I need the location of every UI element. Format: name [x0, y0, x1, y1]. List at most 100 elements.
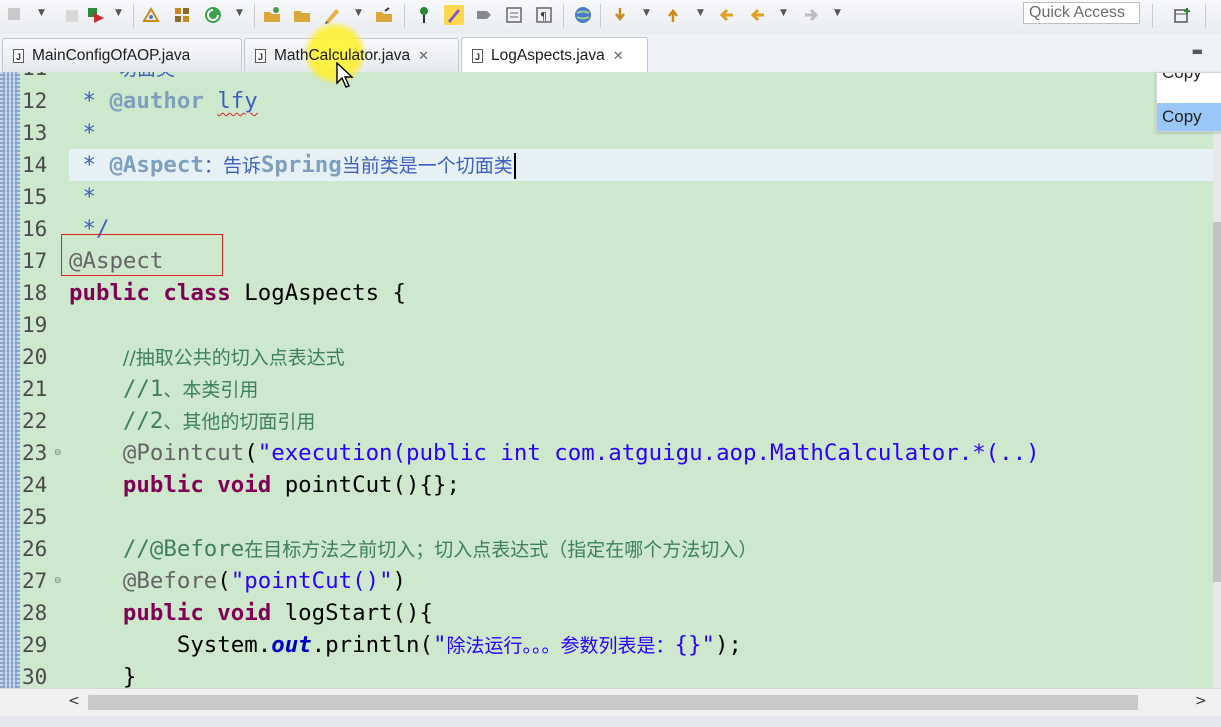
horizontal-scrollbar[interactable]: < >: [0, 688, 1221, 717]
text-caret: [513, 152, 516, 179]
line-number: 18: [22, 281, 48, 305]
code-line-24: public void pointCut(){};: [122, 472, 460, 498]
code-line-15: *: [69, 184, 96, 210]
line-number: 20: [22, 345, 48, 369]
code-line-13: *: [69, 120, 96, 146]
fold-icon[interactable]: ⊖: [54, 565, 62, 597]
line-number: 13: [22, 121, 48, 145]
stop-icon[interactable]: [62, 6, 82, 26]
line-number: 12: [22, 89, 48, 113]
minimize-icon[interactable]: ▬: [1192, 44, 1203, 58]
pin-icon[interactable]: [414, 5, 434, 25]
line-number: 19: [22, 313, 48, 337]
java-file-icon: J: [255, 48, 266, 63]
code-editor[interactable]: 11 *切面类 12 13 14 15 16 17 18 19 20 21 22…: [0, 72, 1221, 688]
line-number: 29: [22, 633, 48, 657]
code-line-11: *切面类: [69, 72, 1221, 84]
web-icon[interactable]: [573, 5, 593, 25]
chevron-down-icon[interactable]: ▼: [834, 8, 841, 18]
code-line-12: * @author lfy: [69, 88, 258, 114]
stop-icon[interactable]: [6, 6, 22, 22]
back-icon[interactable]: [748, 5, 768, 25]
code-line-16: */: [69, 216, 110, 242]
code-line-26: //@Before在目标方法之前切入；切入点表达式（指定在哪个方法切入）: [122, 536, 758, 562]
chevron-down-icon[interactable]: ▼: [236, 8, 243, 18]
popup-item-copy[interactable]: Copy: [1157, 73, 1221, 87]
open-perspective-icon[interactable]: [1172, 5, 1192, 25]
debug-icon[interactable]: [86, 5, 106, 25]
back-icon[interactable]: [717, 5, 737, 25]
popup-item-copy[interactable]: Copy: [1157, 103, 1221, 131]
chevron-right-icon[interactable]: >: [1195, 693, 1207, 709]
chevron-down-icon[interactable]: ▼: [780, 8, 787, 18]
mouse-pointer-icon: [336, 62, 354, 88]
vertical-scrollbar-thumb[interactable]: [1213, 222, 1221, 582]
close-icon[interactable]: ✕: [613, 48, 624, 64]
line-number: 21: [22, 377, 48, 401]
line-number: 26: [22, 537, 48, 561]
main-toolbar: ▼ ▼ ▼ ▼ ¶ ▼ ▼ ▼ ▼ Quick Access: [0, 0, 1221, 35]
line-number: 27: [22, 569, 48, 593]
open-type-icon[interactable]: [262, 5, 282, 25]
fold-icon[interactable]: ⊖: [54, 437, 62, 469]
line-number: 23: [22, 441, 48, 465]
forward-icon[interactable]: [801, 5, 821, 25]
tab-mainconfigofaop[interactable]: J MainConfigOfAOP.java: [2, 38, 242, 72]
chevron-down-icon[interactable]: ▼: [355, 8, 362, 18]
close-icon[interactable]: ✕: [418, 48, 429, 64]
new-class-icon[interactable]: [172, 5, 192, 25]
format-icon[interactable]: [474, 5, 494, 25]
quick-access-input[interactable]: Quick Access: [1023, 2, 1140, 24]
toggle-icon[interactable]: [504, 5, 524, 25]
line-number: 14: [22, 153, 48, 177]
horizontal-scrollbar-thumb[interactable]: [88, 695, 1138, 710]
prev-annotation-icon[interactable]: [663, 5, 683, 25]
new-package-icon[interactable]: [141, 5, 161, 25]
tab-logaspects[interactable]: J LogAspects.java ✕: [461, 37, 648, 73]
code-line-17: @Aspect: [69, 248, 164, 274]
code-line-21: //1、本类引用: [122, 376, 259, 402]
code-line-28: public void logStart(){: [122, 600, 433, 626]
highlight-box: [61, 234, 223, 276]
java-file-icon: J: [472, 48, 483, 63]
chevron-down-icon[interactable]: ▼: [38, 8, 45, 18]
context-popup: Copy Copy: [1156, 72, 1221, 132]
tab-label: LogAspects.java: [491, 46, 605, 64]
line-number: 11: [22, 72, 56, 84]
chevron-left-icon[interactable]: <: [68, 693, 80, 709]
line-number: 28: [22, 601, 48, 625]
line-number: 22: [22, 409, 48, 433]
code-line-23: @Pointcut("execution(public int com.atgu…: [122, 440, 1040, 466]
line-number: 25: [22, 505, 48, 529]
next-annotation-icon[interactable]: [610, 5, 630, 25]
editor-tab-bar: J MainConfigOfAOP.java J MathCalculator.…: [0, 34, 1221, 73]
code-line-30: }: [122, 664, 137, 688]
chevron-down-icon[interactable]: ▼: [115, 8, 122, 18]
line-number: 17: [22, 249, 48, 273]
run-icon[interactable]: [203, 5, 223, 25]
line-number: 16: [22, 217, 48, 241]
code-line-22: //2、其他的切面引用: [122, 408, 316, 434]
chevron-down-icon[interactable]: ▼: [643, 8, 650, 18]
paragraph-icon[interactable]: ¶: [534, 5, 554, 25]
code-line-18: public class LogAspects {: [69, 280, 407, 306]
line-number: 24: [22, 473, 48, 497]
line-number: 30: [22, 665, 48, 688]
open-task-icon[interactable]: [374, 5, 394, 25]
java-file-icon: J: [13, 48, 24, 63]
open-folder-icon[interactable]: [292, 5, 312, 25]
line-number: 15: [22, 185, 48, 209]
annotation-ruler: [0, 72, 20, 688]
svg-text:¶: ¶: [540, 10, 547, 23]
highlight-icon[interactable]: [444, 5, 464, 25]
code-line-14: * @Aspect：告诉Spring当前类是一个切面类: [69, 149, 1221, 181]
status-strip: [0, 716, 1221, 727]
tab-label: MathCalculator.java: [274, 46, 411, 64]
code-line-29: System.out.println("除法运行。。。参数列表是：{}");: [176, 632, 742, 658]
code-line-27: @Before("pointCut()"): [122, 568, 407, 594]
chevron-down-icon[interactable]: ▼: [697, 8, 704, 18]
tab-label: MainConfigOfAOP.java: [32, 46, 191, 64]
code-line-20: //抽取公共的切入点表达式: [122, 347, 345, 369]
